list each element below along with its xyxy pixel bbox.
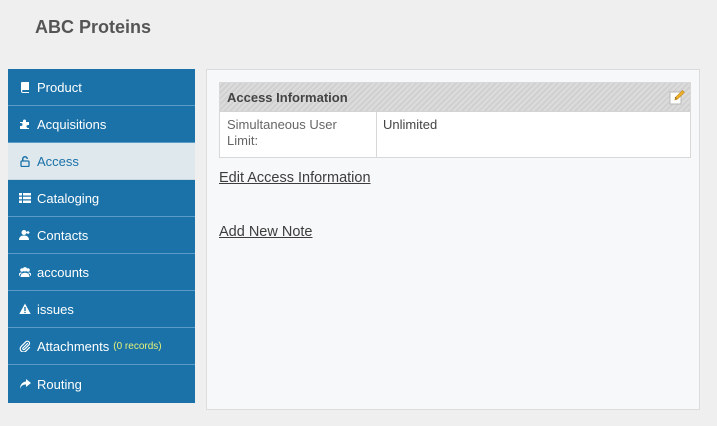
sidebar-item-label: Product — [37, 79, 82, 95]
sidebar-item-contacts[interactable]: Contacts — [8, 217, 195, 254]
unlock-icon — [19, 155, 31, 167]
puzzle-icon — [19, 118, 31, 130]
sidebar-item-cataloging[interactable]: Cataloging — [8, 180, 195, 217]
sidebar-item-accounts[interactable]: accounts — [8, 254, 195, 291]
simultaneous-user-limit-label: Simultaneous User Limit: — [220, 112, 377, 157]
edit-access-information-link[interactable]: Edit Access Information — [219, 170, 371, 186]
sidebar-item-label: Access — [37, 153, 79, 169]
sidebar-item-label: Attachments — [37, 338, 110, 354]
sidebar-item-label: Cataloging — [37, 190, 100, 206]
sidebar-nav: Product Acquisitions Access Cataloging C… — [8, 69, 195, 403]
sidebar-item-label: Contacts — [37, 227, 89, 243]
add-new-note-link[interactable]: Add New Note — [219, 224, 313, 240]
sidebar-item-label: Acquisitions — [37, 116, 107, 132]
sidebar-item-label: Routing — [37, 376, 82, 392]
simultaneous-user-limit-value: Unlimited — [383, 117, 438, 132]
sidebar-item-issues[interactable]: issues — [8, 291, 195, 328]
warning-icon — [19, 303, 31, 315]
book-icon — [19, 81, 31, 93]
list-icon — [19, 192, 31, 204]
edit-pencil-icon[interactable] — [669, 89, 685, 105]
sidebar-item-routing[interactable]: Routing — [8, 365, 195, 403]
page-title: ABC Proteins — [35, 17, 152, 37]
panel-title: Access Information — [227, 89, 348, 105]
access-info-panel: Access Information Simultaneous User Lim… — [219, 82, 691, 158]
sidebar-item-product[interactable]: Product — [8, 69, 195, 106]
paperclip-icon — [19, 340, 31, 352]
sidebar-item-label: accounts — [37, 264, 90, 280]
sidebar-item-label: issues — [37, 301, 74, 317]
sidebar-item-acquisitions[interactable]: Acquisitions — [8, 106, 195, 143]
sidebar-item-access[interactable]: Access — [8, 143, 195, 180]
main-content: Access Information Simultaneous User Lim… — [206, 69, 700, 410]
share-arrow-icon — [19, 378, 31, 390]
record-count-badge: (0 records) — [113, 340, 162, 352]
sidebar-item-attachments[interactable]: Attachments (0 records) — [8, 328, 195, 365]
panel-header: Access Information — [220, 83, 690, 112]
info-row: Simultaneous User Limit: Unlimited — [220, 112, 690, 157]
add-user-icon — [19, 229, 31, 241]
users-icon — [19, 266, 31, 278]
